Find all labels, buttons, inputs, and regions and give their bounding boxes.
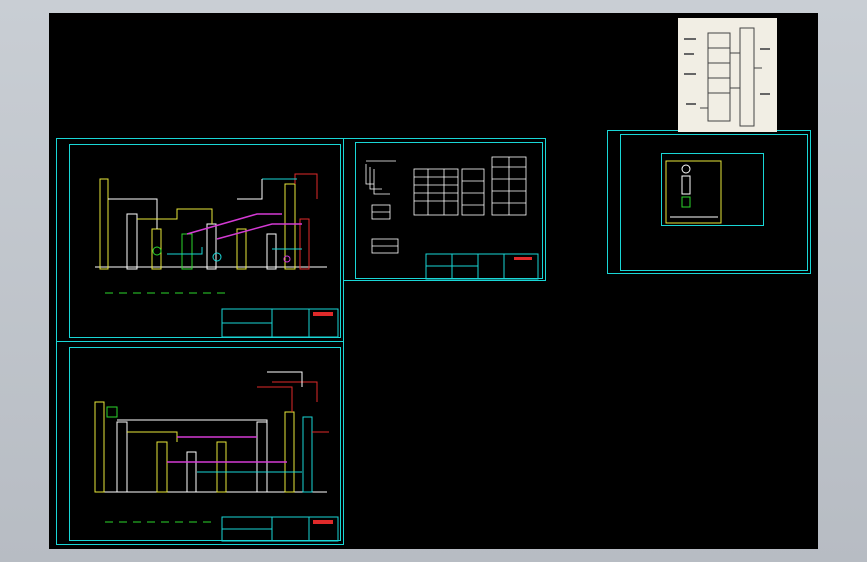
scanned-equipment-sketch	[684, 27, 770, 127]
process-flow-diagram	[94, 371, 339, 542]
detail-drawing	[665, 160, 722, 224]
process-flow-diagram	[95, 173, 339, 338]
drawing-sheet-process-flow-upper[interactable]	[56, 138, 344, 342]
drawing-sheet-equipment-table[interactable]	[343, 138, 546, 281]
cad-model-space[interactable]	[49, 13, 818, 549]
equipment-tables	[365, 156, 539, 280]
reference-image[interactable]	[678, 18, 777, 132]
drawing-sheet-process-flow-lower[interactable]	[56, 341, 344, 545]
drawing-sheet-detail[interactable]	[607, 130, 811, 274]
